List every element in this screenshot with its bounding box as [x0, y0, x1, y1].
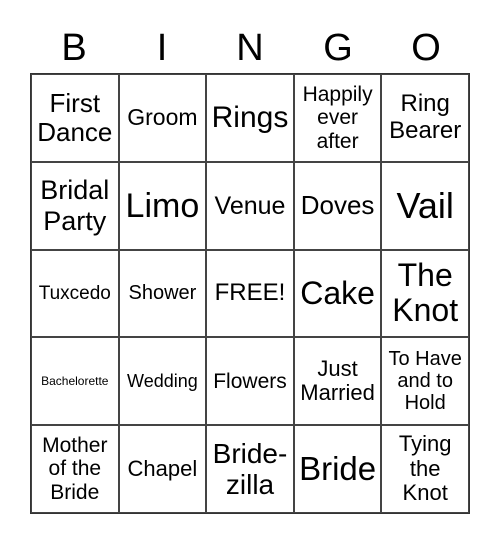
bingo-cell[interactable]: Happily ever after: [293, 74, 382, 162]
bingo-cell[interactable]: To Have and to Hold: [381, 337, 469, 426]
bingo-cell[interactable]: Chapel: [118, 425, 207, 513]
bingo-header: B I N G O: [30, 26, 470, 70]
header-letter-b: B: [61, 27, 87, 69]
bingo-cell[interactable]: Tuxcedo: [31, 249, 119, 338]
bingo-cell[interactable]: Vail: [381, 161, 469, 250]
bingo-cell[interactable]: Bride- zilla: [206, 425, 294, 513]
bingo-cell[interactable]: Doves: [293, 161, 382, 250]
bingo-cell[interactable]: Bachelorette: [31, 337, 119, 426]
header-letter-g: G: [323, 27, 353, 69]
header-letter-n: N: [236, 27, 264, 69]
bingo-cell[interactable]: Venue: [206, 161, 294, 250]
bingo-cell[interactable]: Cake: [293, 249, 382, 338]
bingo-cell[interactable]: Rings: [206, 74, 294, 162]
bingo-grid: First Dance Groom Rings Happily ever after R…: [30, 73, 470, 514]
bingo-cell[interactable]: Limo: [118, 161, 207, 250]
bingo-cell[interactable]: Just Married: [293, 337, 382, 426]
bingo-cell[interactable]: Bridal Party: [31, 161, 119, 250]
bingo-cell[interactable]: Flowers: [206, 337, 294, 426]
header-letter-o: O: [411, 27, 441, 69]
bingo-cell[interactable]: Bride: [293, 425, 382, 513]
header-letter-i: I: [156, 27, 168, 69]
bingo-cell[interactable]: Mother of the Bride: [31, 425, 119, 513]
bingo-cell[interactable]: The Knot: [381, 249, 469, 338]
bingo-cell[interactable]: Groom: [118, 74, 207, 162]
bingo-cell[interactable]: Tying the Knot: [381, 425, 469, 513]
bingo-cell[interactable]: Shower: [118, 249, 207, 338]
free-space-cell[interactable]: FREE!: [206, 249, 294, 338]
bingo-cell[interactable]: Ring Bearer: [381, 74, 469, 162]
bingo-cell[interactable]: Wedding: [118, 337, 207, 426]
bingo-cell[interactable]: First Dance: [31, 74, 119, 162]
